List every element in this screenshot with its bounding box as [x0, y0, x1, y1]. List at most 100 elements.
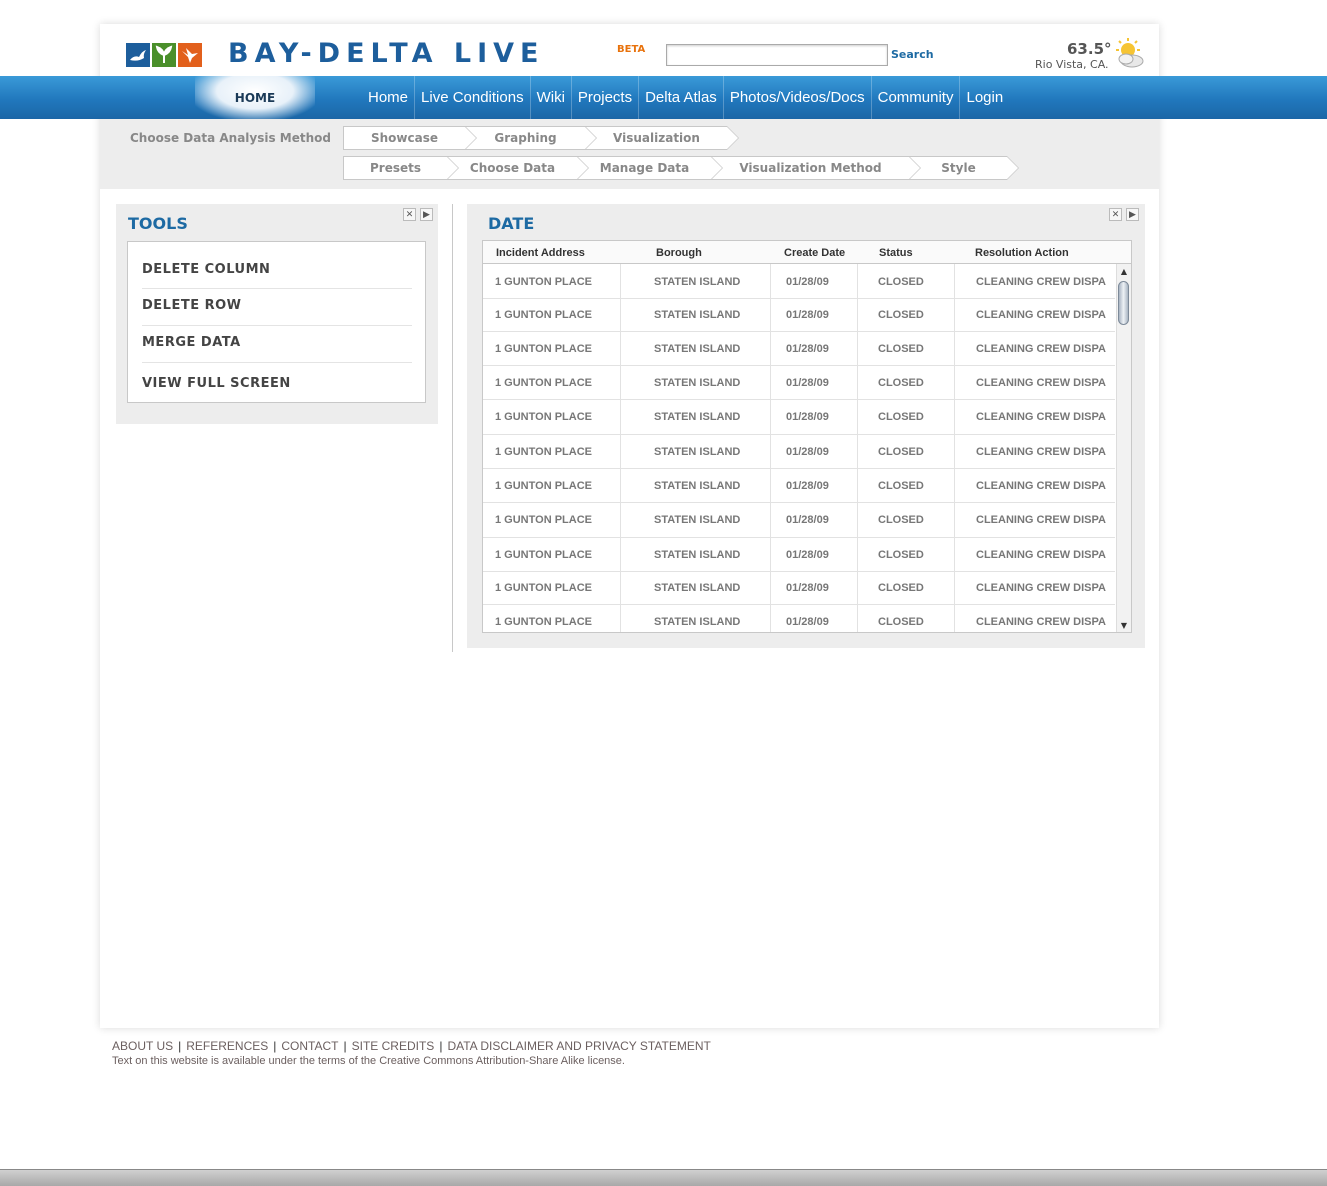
- tool-divider: [142, 362, 412, 363]
- footer-link-contact[interactable]: CONTACT: [281, 1039, 338, 1053]
- table-row[interactable]: 1 GUNTON PLACE STATEN ISLAND 01/28/09 CLOSE…: [483, 435, 1115, 469]
- table-row[interactable]: 1 GUNTON PLACE STATEN ISLAND 01/28/09 CLOSE…: [483, 503, 1115, 538]
- nav-item-home[interactable]: Home: [362, 76, 414, 119]
- column-header-resolution-action[interactable]: Resolution Action: [975, 247, 1069, 259]
- method-steps: Showcase Graphing Visualization: [343, 126, 739, 150]
- logo[interactable]: [126, 43, 202, 67]
- process-steps: Presets Choose Data Manage Data Visualiz…: [343, 156, 1019, 180]
- analysis-method-title: Choose Data Analysis Method: [130, 131, 331, 145]
- column-header-borough[interactable]: Borough: [656, 247, 702, 259]
- column-header-incident-address[interactable]: Incident Address: [496, 247, 585, 259]
- close-icon[interactable]: ✕: [403, 208, 416, 221]
- table-cell: CLOSED: [878, 309, 924, 321]
- search-input[interactable]: [666, 44, 888, 66]
- table-row[interactable]: 1 GUNTON PLACE STATEN ISLAND 01/28/09 CLOSE…: [483, 400, 1115, 435]
- merge-data-button[interactable]: MERGE DATA: [142, 335, 412, 350]
- table-row[interactable]: 1 GUNTON PLACE STATEN ISLAND 01/28/09 CLOSE…: [483, 538, 1115, 572]
- table-cell: CLOSED: [878, 616, 924, 628]
- table-row[interactable]: 1 GUNTON PLACE STATEN ISLAND 01/28/09 CLOSE…: [483, 265, 1115, 299]
- table-row[interactable]: 1 GUNTON PLACE STATEN ISLAND 01/28/09 CLOSE…: [483, 332, 1115, 366]
- table-cell: 01/28/09: [786, 411, 829, 423]
- step-showcase[interactable]: Showcase: [343, 126, 477, 150]
- table-cell: CLEANING CREW DISPA: [976, 549, 1106, 561]
- table-cell: 1 GUNTON PLACE: [495, 377, 592, 389]
- scroll-down-arrow-icon[interactable]: ▼: [1117, 618, 1131, 632]
- beta-badge: BETA: [617, 44, 646, 55]
- license-note: Text on this website is available under …: [112, 1055, 625, 1067]
- table-cell: CLOSED: [878, 582, 924, 594]
- table-cell: STATEN ISLAND: [654, 514, 741, 526]
- table-cell: STATEN ISLAND: [654, 446, 741, 458]
- table-cell: 1 GUNTON PLACE: [495, 616, 592, 628]
- table-row[interactable]: 1 GUNTON PLACE STATEN ISLAND 01/28/09 CLOSE…: [483, 366, 1115, 400]
- table-cell: 01/28/09: [786, 582, 829, 594]
- expand-arrow-icon[interactable]: ▶: [420, 208, 433, 221]
- tools-list: DELETE COLUMN DELETE ROW MERGE DATA VIEW…: [127, 241, 426, 403]
- table-cell: 01/28/09: [786, 377, 829, 389]
- step-visualization-method[interactable]: Visualization Method: [711, 156, 921, 180]
- table-cell: CLEANING CREW DISPA: [976, 377, 1106, 389]
- expand-arrow-icon[interactable]: ▶: [1126, 208, 1139, 221]
- footer-link-references[interactable]: REFERENCES: [186, 1039, 268, 1053]
- table-cell: 01/28/09: [786, 276, 829, 288]
- view-full-screen-button[interactable]: VIEW FULL SCREEN: [142, 376, 412, 391]
- table-cell: 01/28/09: [786, 343, 829, 355]
- table-cell: CLEANING CREW DISPA: [976, 480, 1106, 492]
- scroll-thumb[interactable]: [1118, 281, 1129, 325]
- column-header-create-date[interactable]: Create Date: [784, 247, 845, 259]
- table-row[interactable]: 1 GUNTON PLACE STATEN ISLAND 01/28/09 CLOSE…: [483, 469, 1115, 503]
- table-cell: STATEN ISLAND: [654, 549, 741, 561]
- step-graphing[interactable]: Graphing: [465, 126, 597, 150]
- nav-item-login[interactable]: Login: [959, 76, 1009, 119]
- table-cell: CLEANING CREW DISPA: [976, 276, 1106, 288]
- table-cell: CLEANING CREW DISPA: [976, 582, 1106, 594]
- table-scrollbar[interactable]: ▲ ▼: [1116, 264, 1131, 632]
- browser-status-bar: [0, 1169, 1327, 1186]
- nav-menu: Home Live Conditions Wiki Projects Delta…: [362, 76, 1009, 119]
- table-cell: CLOSED: [878, 343, 924, 355]
- nav-item-delta-atlas[interactable]: Delta Atlas: [638, 76, 723, 119]
- nav-item-projects[interactable]: Projects: [570, 76, 638, 119]
- nav-item-live-conditions[interactable]: Live Conditions: [414, 76, 530, 119]
- footer-link-disclaimer[interactable]: DATA DISCLAIMER AND PRIVACY STATEMENT: [447, 1039, 710, 1053]
- footer-links: ABOUT US | REFERENCES | CONTACT | SITE CREDITS…: [112, 1039, 711, 1053]
- brand-name[interactable]: BAY-DELTA LIVE: [228, 38, 544, 69]
- nav-item-community[interactable]: Community: [870, 76, 960, 119]
- table-cell: 1 GUNTON PLACE: [495, 411, 592, 423]
- footer-link-about-us[interactable]: ABOUT US: [112, 1039, 173, 1053]
- delete-row-button[interactable]: DELETE ROW: [142, 298, 412, 313]
- delete-column-button[interactable]: DELETE COLUMN: [142, 262, 412, 277]
- table-cell: 1 GUNTON PLACE: [495, 480, 592, 492]
- close-icon[interactable]: ✕: [1109, 208, 1122, 221]
- scroll-up-arrow-icon[interactable]: ▲: [1117, 264, 1131, 278]
- table-cell: CLEANING CREW DISPA: [976, 309, 1106, 321]
- data-table: Incident Address Borough Create Date Sta…: [482, 240, 1132, 633]
- step-style[interactable]: Style: [909, 156, 1019, 180]
- table-row[interactable]: 1 GUNTON PLACE STATEN ISLAND 01/28/09 CLOSE…: [483, 572, 1115, 605]
- table-cell: CLOSED: [878, 276, 924, 288]
- step-manage-data[interactable]: Manage Data: [577, 156, 723, 180]
- step-visualization[interactable]: Visualization: [585, 126, 739, 150]
- nav-item-photos-videos-docs[interactable]: Photos/Videos/Docs: [722, 76, 871, 119]
- weather-location: Rio Vista, CA.: [1035, 58, 1109, 71]
- tab-home[interactable]: HOME: [195, 76, 315, 119]
- search-button[interactable]: Search: [891, 48, 934, 61]
- table-cell: CLEANING CREW DISPA: [976, 411, 1106, 423]
- column-header-status[interactable]: Status: [879, 247, 913, 259]
- step-choose-data[interactable]: Choose Data: [447, 156, 589, 180]
- step-presets[interactable]: Presets: [343, 156, 459, 180]
- table-cell: CLOSED: [878, 411, 924, 423]
- nav-item-wiki[interactable]: Wiki: [529, 76, 571, 119]
- table-cell: 1 GUNTON PLACE: [495, 309, 592, 321]
- table-cell: 01/28/09: [786, 514, 829, 526]
- table-cell: 1 GUNTON PLACE: [495, 514, 592, 526]
- date-title: DATE: [488, 214, 535, 233]
- table-cell: 01/28/09: [786, 446, 829, 458]
- footer-link-site-credits[interactable]: SITE CREDITS: [352, 1039, 435, 1053]
- table-row[interactable]: 1 GUNTON PLACE STATEN ISLAND 01/28/09 CLOSE…: [483, 299, 1115, 332]
- table-cell: STATEN ISLAND: [654, 276, 741, 288]
- table-cell: CLEANING CREW DISPA: [976, 343, 1106, 355]
- table-row[interactable]: 1 GUNTON PLACE STATEN ISLAND 01/28/09 CLOSE…: [483, 605, 1115, 632]
- table-cell: 01/28/09: [786, 309, 829, 321]
- table-cell: 1 GUNTON PLACE: [495, 276, 592, 288]
